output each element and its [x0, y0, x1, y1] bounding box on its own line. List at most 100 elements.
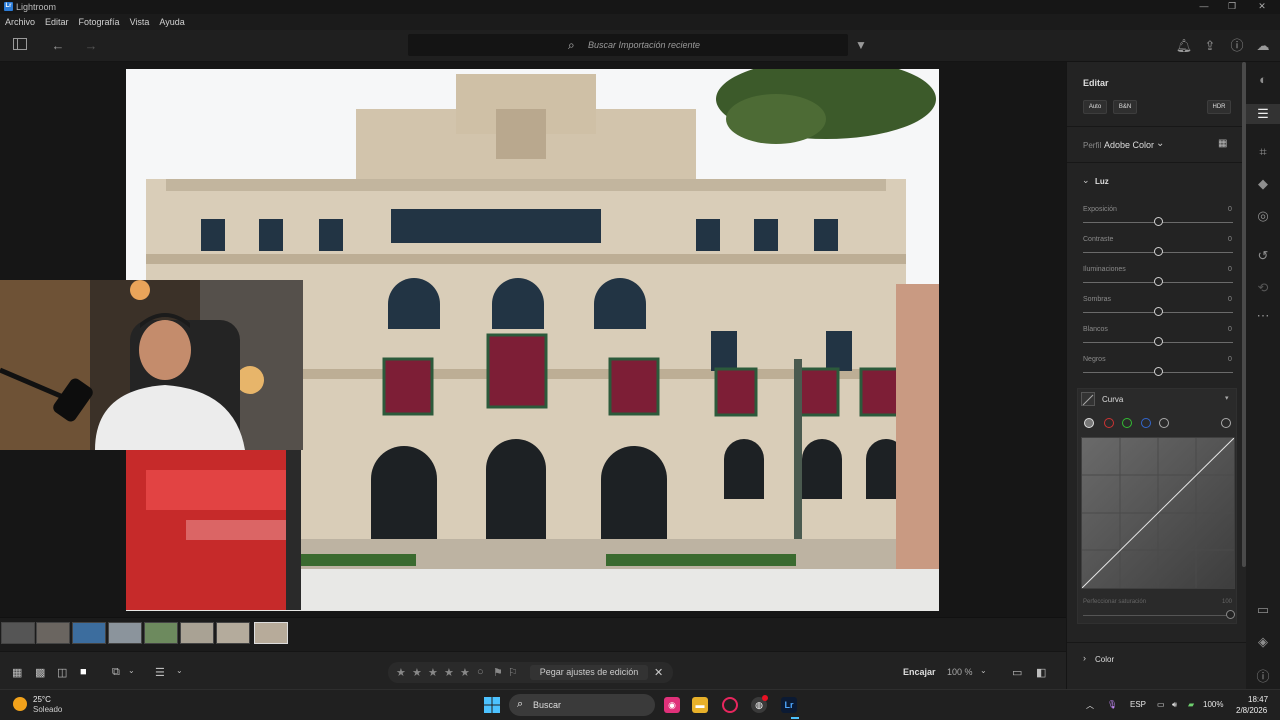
menu-vista[interactable]: Vista: [130, 17, 150, 27]
minimize-icon[interactable]: —: [1194, 1, 1214, 13]
star-icon[interactable]: ★: [412, 666, 422, 679]
close-icon[interactable]: ✕: [654, 666, 663, 679]
sort-icon[interactable]: ☰: [155, 666, 165, 679]
versions-history-icon[interactable]: ↺: [1246, 248, 1280, 264]
exposure-slider-knob[interactable]: [1154, 217, 1163, 226]
film-thumbnail[interactable]: [108, 622, 142, 644]
tag-icon[interactable]: ◈: [1246, 634, 1280, 650]
parametric-curve-icon[interactable]: [1159, 418, 1169, 428]
healing-eraser-icon[interactable]: ◆: [1246, 176, 1280, 192]
taskbar-search[interactable]: ⌕ Buscar: [509, 694, 655, 716]
more-icon[interactable]: ⋯: [1246, 308, 1280, 324]
battery-percent[interactable]: 100%: [1203, 700, 1223, 709]
opera-gx-icon[interactable]: [722, 697, 738, 713]
grid-view-icon[interactable]: ▦: [12, 666, 22, 679]
square-grid-icon[interactable]: ▩: [35, 666, 45, 679]
profile-value[interactable]: Adobe Color: [1104, 140, 1154, 150]
close-icon[interactable]: ✕: [1252, 1, 1272, 13]
film-thumbnail[interactable]: [36, 622, 70, 644]
zoom-level[interactable]: 100 %: [947, 667, 973, 677]
targeted-adjustment-icon[interactable]: [1221, 418, 1231, 428]
share-icon[interactable]: ⇪: [1201, 37, 1219, 55]
refine-saturation-value[interactable]: 100: [1222, 599, 1232, 605]
flag-icon[interactable]: ⚑: [493, 666, 503, 679]
weather-temp[interactable]: 25°C: [33, 695, 51, 704]
compare-view-icon[interactable]: ◫: [57, 666, 67, 679]
clock-time[interactable]: 18:47: [1248, 695, 1268, 704]
lightroom-taskbar-icon[interactable]: Lr: [781, 697, 797, 713]
before-after-icon[interactable]: ▭: [1012, 666, 1022, 679]
fit-button[interactable]: Encajar: [903, 667, 936, 677]
blacks-value[interactable]: 0: [1228, 356, 1232, 363]
help-icon[interactable]: ⓘ: [1228, 37, 1246, 55]
detail-view-icon[interactable]: ■: [80, 666, 87, 678]
shadows-slider-knob[interactable]: [1154, 307, 1163, 316]
clock-date[interactable]: 2/8/2026: [1236, 706, 1267, 715]
film-thumbnail[interactable]: [1, 622, 35, 644]
cloud-sync-icon[interactable]: ☁: [1254, 37, 1272, 55]
windows-start-icon[interactable]: [484, 697, 500, 713]
film-thumbnail-selected[interactable]: [254, 622, 288, 644]
light-section-header[interactable]: Luz: [1095, 177, 1109, 186]
chevron-down-icon[interactable]: ⌄: [128, 666, 135, 675]
info-icon[interactable]: ⓘ: [1246, 666, 1280, 685]
star-icon[interactable]: ★: [444, 666, 454, 679]
weather-sun-icon[interactable]: [13, 697, 27, 711]
star-icon[interactable]: ★: [396, 666, 406, 679]
menu-editar[interactable]: Editar: [45, 17, 69, 27]
color-section-header[interactable]: Color: [1095, 655, 1114, 664]
masking-icon[interactable]: ◎: [1246, 208, 1280, 224]
paste-edits-button[interactable]: Pegar ajustes de edición: [530, 665, 648, 680]
profile-browser-icon[interactable]: ▦: [1218, 138, 1227, 149]
network-icon[interactable]: ▭: [1157, 700, 1165, 709]
curve-channel-blue-icon[interactable]: [1141, 418, 1151, 428]
forward-arrow-icon[interactable]: →: [82, 37, 100, 55]
curve-menu-caret-icon[interactable]: ▾: [1225, 394, 1229, 402]
sidebar-toggle-icon[interactable]: [11, 37, 29, 55]
back-arrow-icon[interactable]: ←: [49, 37, 67, 55]
blacks-slider-knob[interactable]: [1154, 367, 1163, 376]
contrast-value[interactable]: 0: [1228, 236, 1232, 243]
whites-slider-knob[interactable]: [1154, 337, 1163, 346]
maximize-icon[interactable]: ❐: [1222, 1, 1242, 13]
comments-icon[interactable]: ▭: [1246, 602, 1280, 618]
remove-icon[interactable]: ⟲: [1246, 280, 1280, 296]
film-thumbnail[interactable]: [216, 622, 250, 644]
menu-fotografia[interactable]: Fotografía: [79, 17, 120, 27]
curve-channel-red-icon[interactable]: [1104, 418, 1114, 428]
auto-button[interactable]: Auto: [1083, 100, 1107, 114]
film-thumbnail[interactable]: [144, 622, 178, 644]
filter-icon[interactable]: ▼: [855, 38, 867, 52]
exposure-value[interactable]: 0: [1228, 206, 1232, 213]
chevron-down-icon[interactable]: ⌄: [176, 666, 183, 675]
battery-icon[interactable]: ▰: [1188, 700, 1194, 709]
curve-channel-green-icon[interactable]: [1122, 418, 1132, 428]
whites-value[interactable]: 0: [1228, 326, 1232, 333]
refine-saturation-knob[interactable]: [1226, 610, 1235, 619]
shadows-value[interactable]: 0: [1228, 296, 1232, 303]
chevron-right-icon[interactable]: ›: [1083, 653, 1086, 663]
crop-icon[interactable]: ⌗: [1246, 144, 1280, 160]
curve-section-header[interactable]: Curva: [1102, 395, 1123, 404]
hdr-button[interactable]: HDR: [1207, 100, 1231, 114]
star-icon[interactable]: ★: [460, 666, 470, 679]
menu-ayuda[interactable]: Ayuda: [159, 17, 184, 27]
split-view-icon[interactable]: ◧: [1036, 666, 1046, 679]
highlights-value[interactable]: 0: [1228, 266, 1232, 273]
chevron-down-icon[interactable]: ⌄: [1156, 138, 1164, 149]
notifications-bell-icon[interactable]: 🔔︎: [1175, 37, 1193, 55]
presets-icon[interactable]: ◐: [1246, 72, 1280, 87]
stack-icon[interactable]: ⧉: [112, 666, 120, 679]
film-thumbnail[interactable]: [72, 622, 106, 644]
tone-curve-graph[interactable]: [1081, 437, 1235, 589]
chevron-down-icon[interactable]: ⌄: [980, 666, 987, 675]
refine-saturation-slider[interactable]: [1083, 615, 1233, 616]
reject-flag-icon[interactable]: ⚐: [508, 666, 518, 679]
film-thumbnail[interactable]: [180, 622, 214, 644]
menu-archivo[interactable]: Archivo: [5, 17, 35, 27]
tray-overflow-icon[interactable]: ︿: [1086, 700, 1094, 711]
contrast-slider-knob[interactable]: [1154, 247, 1163, 256]
chevron-down-icon[interactable]: ⌄: [1082, 175, 1090, 186]
app-icon-pink[interactable]: ◉: [664, 697, 680, 713]
edit-sliders-icon[interactable]: ☰: [1246, 104, 1280, 124]
